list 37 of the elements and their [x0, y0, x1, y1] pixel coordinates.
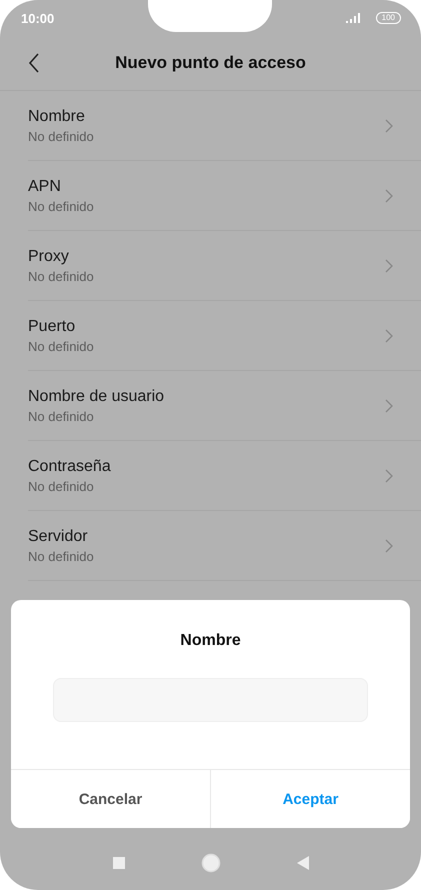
chevron-icon: [385, 328, 393, 342]
recents-icon[interactable]: [112, 857, 124, 869]
item-label: Nombre: [28, 108, 86, 126]
chevron-icon: [385, 258, 393, 272]
chevron-icon: [385, 468, 393, 482]
item-label: Puerto: [28, 318, 76, 336]
settings-item[interactable]: Puerto No definido: [28, 301, 421, 371]
item-value: No definido: [28, 478, 95, 494]
dialog-title: Nombre: [180, 632, 241, 650]
back-nav-icon[interactable]: [296, 856, 308, 870]
battery-icon: 100: [376, 12, 401, 24]
item-label: Nombre de usuario: [28, 388, 164, 406]
item-label: Servidor: [28, 528, 89, 546]
chevron-icon: [385, 188, 393, 202]
item-value: No definido: [28, 128, 94, 144]
settings-item[interactable]: Nombre No definido: [28, 91, 421, 161]
settings-item[interactable]: Contraseña No definido: [28, 441, 421, 511]
item-label: APN: [28, 178, 62, 196]
item-label: Contraseña: [28, 458, 111, 476]
status-time: 10:00: [21, 10, 54, 26]
back-icon[interactable]: [28, 53, 40, 73]
settings-item[interactable]: Servidor No definido: [28, 511, 421, 581]
chevron-icon: [385, 538, 393, 552]
page-title: Nuevo punto de acceso: [115, 53, 306, 73]
settings-item[interactable]: APN No definido: [28, 161, 421, 231]
item-value: No definido: [28, 408, 95, 424]
settings-item[interactable]: Nombre de usuario No definido: [28, 371, 421, 441]
settings-item[interactable]: Proxy No definido: [28, 231, 421, 301]
chevron-icon: [385, 398, 393, 412]
item-value: No definido: [28, 268, 94, 284]
item-value: No definido: [28, 198, 94, 214]
signal-icon: [346, 13, 362, 23]
item-label: Proxy: [28, 248, 70, 266]
chevron-icon: [385, 118, 393, 132]
item-value: No definido: [28, 338, 94, 354]
item-value: No definido: [28, 548, 94, 564]
home-icon[interactable]: [200, 853, 220, 873]
